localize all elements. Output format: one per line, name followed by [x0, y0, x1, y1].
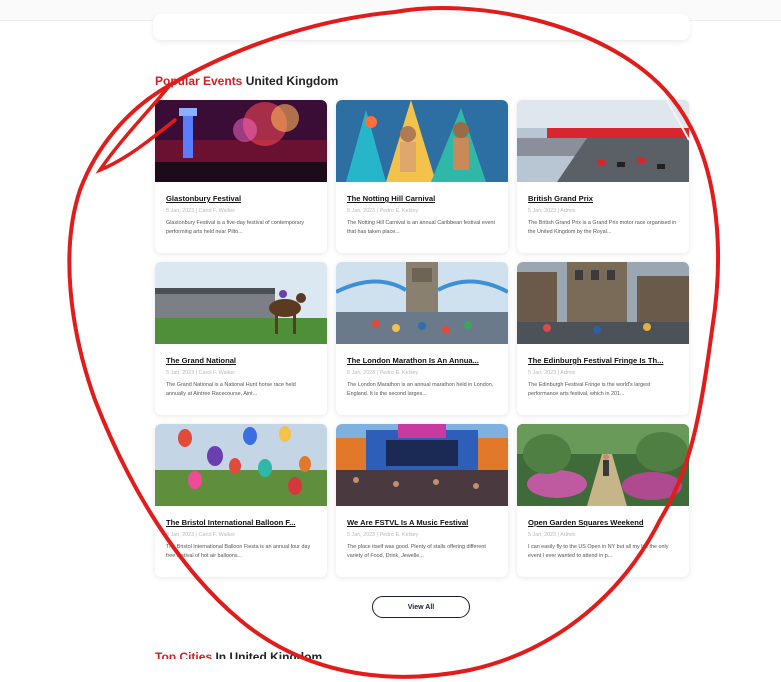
event-image-open-garden-squares[interactable]: [517, 424, 689, 506]
event-title[interactable]: The Bristol International Balloon F...: [166, 518, 317, 527]
view-all-button[interactable]: View All: [372, 596, 470, 618]
event-card-british-grand-prix[interactable]: British Grand Prix 5 Jan, 2023 | Admin T…: [517, 100, 689, 253]
event-image-we-are-fstvl[interactable]: [336, 424, 508, 506]
event-title[interactable]: The Notting Hill Carnival: [347, 194, 498, 203]
event-description: The Bristol International Balloon Fiesta…: [166, 544, 311, 559]
event-description: The Grand National is a National Hunt ho…: [166, 382, 296, 397]
event-title[interactable]: Open Garden Squares Weekend: [528, 518, 679, 527]
event-title[interactable]: The Grand National: [166, 356, 317, 365]
event-description: I can easily fly to the US Open in NY bu…: [528, 544, 669, 559]
event-description: The place itself was good. Plenty of sta…: [347, 544, 486, 559]
event-meta: 5 Jan, 2023 | Admin: [528, 208, 576, 214]
event-description: The British Grand Prix is a Grand Prix m…: [528, 220, 677, 235]
previous-section-card: [153, 14, 690, 40]
event-card-glastonbury[interactable]: Glastonbury Festival 5 Jan, 2023 | Carol…: [155, 100, 327, 253]
event-description: The Notting Hill Carnival is an annual C…: [347, 220, 496, 235]
event-card-grand-national[interactable]: The Grand National 5 Jan, 2023 | Carol F…: [155, 262, 327, 415]
event-image-british-grand-prix[interactable]: [517, 100, 689, 182]
event-card-we-are-fstvl[interactable]: We Are FSTVL Is A Music Festival 5 Jan, …: [336, 424, 508, 577]
event-card-london-marathon[interactable]: The London Marathon Is An Annua... 5 Jan…: [336, 262, 508, 415]
event-title[interactable]: The Edinburgh Festival Fringe Is Th...: [528, 356, 679, 365]
event-title[interactable]: Glastonbury Festival: [166, 194, 317, 203]
next-section-title: Top Cities In United Kingdom: [155, 650, 322, 659]
event-meta: 5 Jan, 2023 | Carol F. Walker: [166, 370, 236, 376]
event-title[interactable]: The London Marathon Is An Annua...: [347, 356, 498, 365]
event-meta: 5 Jan, 2023 | Pedro E. Kelsey: [347, 532, 419, 538]
event-card-bristol-balloon[interactable]: The Bristol International Balloon F... 5…: [155, 424, 327, 577]
event-card-edinburgh-fringe[interactable]: The Edinburgh Festival Fringe Is Th... 5…: [517, 262, 689, 415]
section-title-accent: Popular Events: [155, 74, 243, 88]
next-section-title-accent: Top Cities: [155, 650, 213, 659]
event-image-edinburgh-fringe[interactable]: [517, 262, 689, 344]
event-meta: 5 Jan, 2023 | Admin: [528, 370, 576, 376]
event-description: The Edinburgh Festival Fringe is the wor…: [528, 382, 651, 397]
event-meta: 5 Jan, 2023 | Pedro E. Kelsey: [347, 208, 419, 214]
event-title[interactable]: We Are FSTVL Is A Music Festival: [347, 518, 498, 527]
event-image-london-marathon[interactable]: [336, 262, 508, 344]
event-meta: 5 Jan, 2023 | Pedro E. Kelsey: [347, 370, 419, 376]
next-section-title-rest: In United Kingdom: [212, 650, 323, 659]
event-title[interactable]: British Grand Prix: [528, 194, 679, 203]
event-meta: 5 Jan, 2023 | Carol F. Walker: [166, 532, 236, 538]
event-description: The London Marathon is an annual maratho…: [347, 382, 494, 397]
section-title: Popular Events United Kingdom: [155, 74, 338, 88]
event-description: Glastonbury Festival is a five-day festi…: [166, 220, 305, 235]
event-image-grand-national[interactable]: [155, 262, 327, 344]
event-image-bristol-balloon[interactable]: [155, 424, 327, 506]
event-meta: 5 Jan, 2023 | Carol F. Walker: [166, 208, 236, 214]
event-image-notting-hill[interactable]: [336, 100, 508, 182]
event-image-glastonbury[interactable]: [155, 100, 327, 182]
event-card-open-garden-squares[interactable]: Open Garden Squares Weekend 5 Jan, 2023 …: [517, 424, 689, 577]
event-card-notting-hill[interactable]: The Notting Hill Carnival 5 Jan, 2023 | …: [336, 100, 508, 253]
section-title-rest: United Kingdom: [242, 74, 339, 88]
event-meta: 5 Jan, 2023 | Admin: [528, 532, 576, 538]
